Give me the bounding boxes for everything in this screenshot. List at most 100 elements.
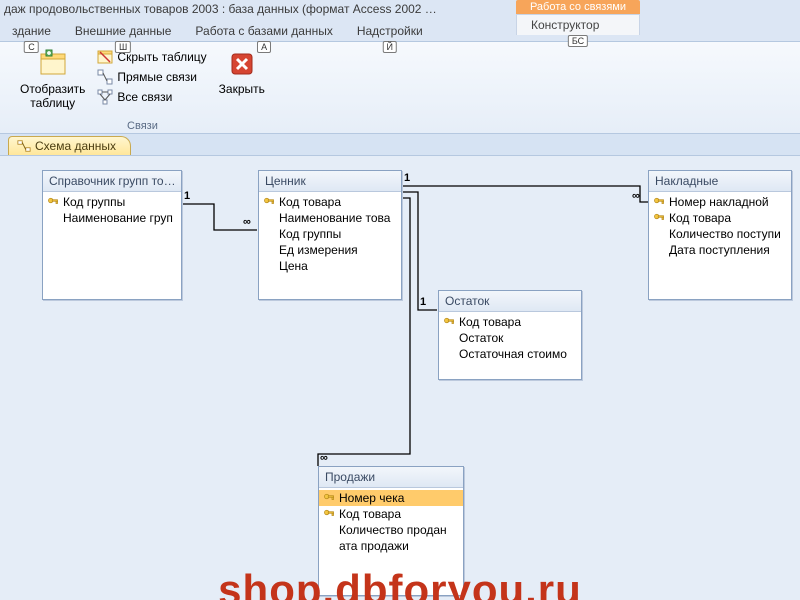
table-field[interactable]: Код товара [319,506,463,522]
key-icon [323,508,335,520]
table-field[interactable]: Код товара [259,194,401,210]
all-relations-icon [97,89,113,105]
cardinality-one: 1 [420,296,426,308]
cardinality-one: 1 [404,172,410,184]
close-label: Закрыть [219,82,265,96]
ribbon-body: Отобразить таблицу Скрыть таблицу [0,42,800,134]
field-name: Наименование груп [63,211,173,225]
field-name: Код товара [279,195,341,209]
key-placeholder [443,332,455,344]
table-title[interactable]: Продажи [319,467,463,488]
key-placeholder [47,212,59,224]
table-field[interactable]: Остаточная стоимо [439,346,581,362]
table-field[interactable]: Количество поступи [649,226,791,242]
table-field[interactable]: Наименование груп [43,210,181,226]
hide-table-label: Скрыть таблицу [117,50,206,64]
key-icon [653,196,665,208]
all-relations-button[interactable]: Все связи [95,88,208,106]
key-icon [47,196,59,208]
ribbon-tab-addins[interactable]: Надстройки Й [345,21,435,41]
relationships-canvas[interactable]: 1 ∞ 1 ∞ 1 ∞ Справочник групп то… Код гру… [0,156,800,600]
table-title[interactable]: Ценник [259,171,401,192]
ribbon-tab-label: Работа с базами данных [195,24,332,38]
field-name: Ед измерения [279,243,358,257]
window-title: даж продовольственных товаров 2003 : баз… [4,2,437,16]
table-field[interactable]: Код товара [439,314,581,330]
ribbon-tab-dbtools[interactable]: Работа с базами данных А [183,21,344,41]
table-field[interactable]: Цена [259,258,401,274]
direct-relations-label: Прямые связи [117,70,197,84]
table-fields: Код группы Наименование груп [43,192,181,228]
document-tab-label: Схема данных [35,139,116,153]
relationships-icon [17,139,31,153]
table-sales[interactable]: Продажи Номер чека Код товара Количество п… [318,466,464,596]
cardinality-many: ∞ [243,216,251,228]
table-price[interactable]: Ценник Код товараНаименование товаКод гр… [258,170,402,300]
key-placeholder [323,524,335,536]
table-field[interactable]: Количество продан [319,522,463,538]
ribbon-tab-create[interactable]: здание С [0,21,63,41]
ribbon-group-relations: Отобразить таблицу Скрыть таблицу [6,46,279,134]
table-title[interactable]: Справочник групп то… [43,171,181,192]
table-field[interactable]: Наименование това [259,210,401,226]
field-name: Количество поступи [669,227,781,241]
table-field[interactable]: Код товара [649,210,791,226]
cardinality-one: 1 [184,190,190,202]
table-field[interactable]: Остаток [439,330,581,346]
table-remainder[interactable]: Остаток Код товара Остаток Остаточная стои… [438,290,582,380]
window-titlebar: даж продовольственных товаров 2003 : баз… [0,0,800,20]
key-placeholder [263,260,275,272]
ribbon-tab-label: Внешние данные [75,24,172,38]
table-field[interactable]: Номер накладной [649,194,791,210]
show-table-icon [37,48,69,80]
field-name: Код товара [459,315,521,329]
field-name: Номер чека [339,491,404,505]
table-field[interactable]: Код группы [43,194,181,210]
ribbon-tab-row: здание С Внешние данные Ш Работа с базам… [0,20,800,42]
hide-table-icon [97,49,113,65]
ribbon-tab-design[interactable]: Конструктор БС [516,14,640,35]
table-title[interactable]: Остаток [439,291,581,312]
field-name: Количество продан [339,523,447,537]
ribbon-tab-label: здание [12,24,51,38]
document-tab-schema[interactable]: Схема данных [8,136,131,155]
table-invoices[interactable]: Накладные Номер накладнойКод товара Колич… [648,170,792,300]
keytip: Й [383,41,397,53]
table-groups[interactable]: Справочник групп то… Код группы Наименова… [42,170,182,300]
table-field[interactable]: Ед измерения [259,242,401,258]
ribbon-tab-label: Надстройки [357,24,423,38]
ribbon-tab-external[interactable]: Внешние данные Ш [63,21,184,41]
key-placeholder [263,244,275,256]
table-field[interactable]: ата продажи [319,538,463,554]
hide-table-button[interactable]: Скрыть таблицу [95,48,208,66]
cardinality-many: ∞ [632,190,640,202]
show-table-button[interactable]: Отобразить таблицу [16,46,89,112]
table-field[interactable]: Дата поступления [649,242,791,258]
keytip: С [24,41,39,53]
key-icon [443,316,455,328]
document-tab-strip: Схема данных [0,134,800,156]
cardinality-many: ∞ [320,452,328,464]
direct-relations-button[interactable]: Прямые связи [95,68,208,86]
key-icon [653,212,665,224]
field-name: Остаточная стоимо [459,347,567,361]
table-field[interactable]: Номер чека [319,490,463,506]
key-placeholder [323,540,335,552]
context-group-header: Работа со связями [516,0,640,14]
key-placeholder [653,228,665,240]
table-field[interactable]: Код группы [259,226,401,242]
table-fields: Номер накладнойКод товара Количество пост… [649,192,791,260]
field-name: Код товара [339,507,401,521]
field-name: Цена [279,259,308,273]
ribbon-contextual-group: Работа со связями Конструктор БС [516,0,640,42]
key-placeholder [653,244,665,256]
field-name: Код группы [63,195,125,209]
table-title[interactable]: Накладные [649,171,791,192]
field-name: Код товара [669,211,731,225]
key-icon [263,196,275,208]
key-icon [323,492,335,504]
field-name: Остаток [459,331,503,345]
close-relations-button[interactable]: Закрыть [215,46,269,98]
direct-relations-icon [97,69,113,85]
key-placeholder [263,228,275,240]
